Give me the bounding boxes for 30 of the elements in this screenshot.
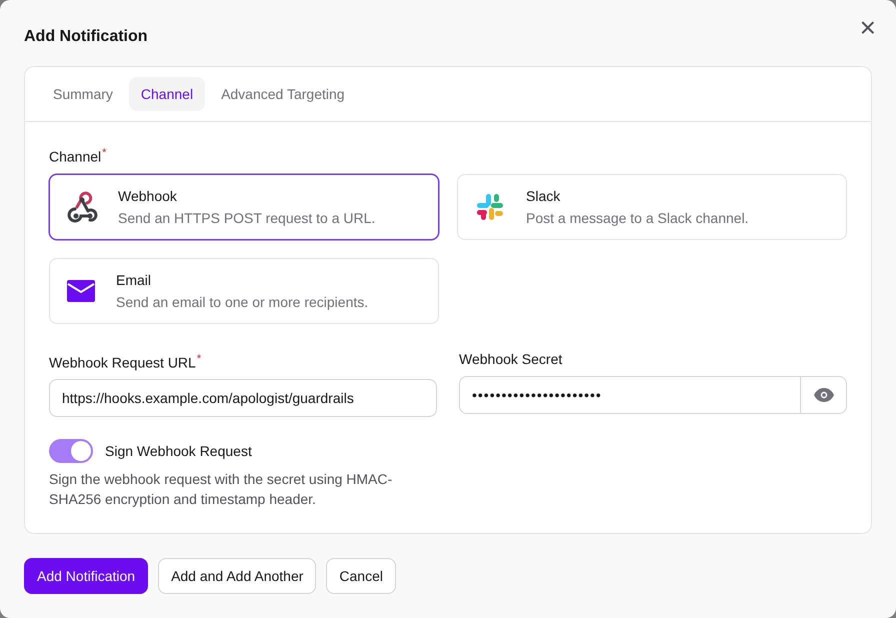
secondary-button[interactable]: Add and Add Another [158, 558, 316, 594]
dialog-title: Add Notification [24, 27, 148, 47]
required-mark: * [196, 352, 202, 365]
submit-button[interactable]: Add Notification [24, 558, 148, 594]
help-text: Sign the webhook request with the secret using HMAC-SHA256 encryption and timestamp header. [49, 470, 394, 510]
secondary-button[interactable]: Cancel [326, 558, 396, 594]
field-label: Channel$^{*}$ [49, 146, 108, 166]
channel-option[interactable]: Slack Post a message to a Slack channel. [457, 174, 847, 240]
envelope-icon [66, 278, 96, 303]
option-description: Post a message to a Slack channel. [526, 210, 749, 226]
option-description: Send an HTTPS POST request to a URL. [118, 210, 376, 226]
option-description: Send an email to one or more recipients. [116, 294, 368, 310]
toggle-switch[interactable] [49, 439, 93, 464]
channel-option[interactable]: Webhook Send an HTTPS POST request to a URL. [49, 174, 439, 240]
url-field[interactable]: https://hooks.example.com/apologist/guardrails [49, 379, 437, 418]
option-title: Email [116, 272, 152, 288]
eye-icon[interactable] [800, 376, 846, 413]
option-title: Webhook [118, 188, 178, 204]
field-label: Webhook Secret [459, 350, 564, 368]
tab[interactable]: Summary [41, 77, 125, 111]
toggle-label: Sign Webhook Request [105, 443, 252, 460]
required-mark: * [102, 147, 106, 159]
field-label: Webhook Request URL$^{*}$ [49, 352, 202, 372]
tab[interactable]: Advanced Targeting [209, 77, 357, 111]
channel-option[interactable]: Email Send an email to one or more recipients. [49, 258, 439, 324]
tab[interactable]: Channel [128, 77, 206, 111]
webhook-icon [66, 190, 98, 223]
close-button[interactable]: × [856, 16, 880, 40]
option-title: Slack [526, 188, 562, 204]
secret-field[interactable]: •••••••••••••••••••••• [459, 376, 847, 414]
